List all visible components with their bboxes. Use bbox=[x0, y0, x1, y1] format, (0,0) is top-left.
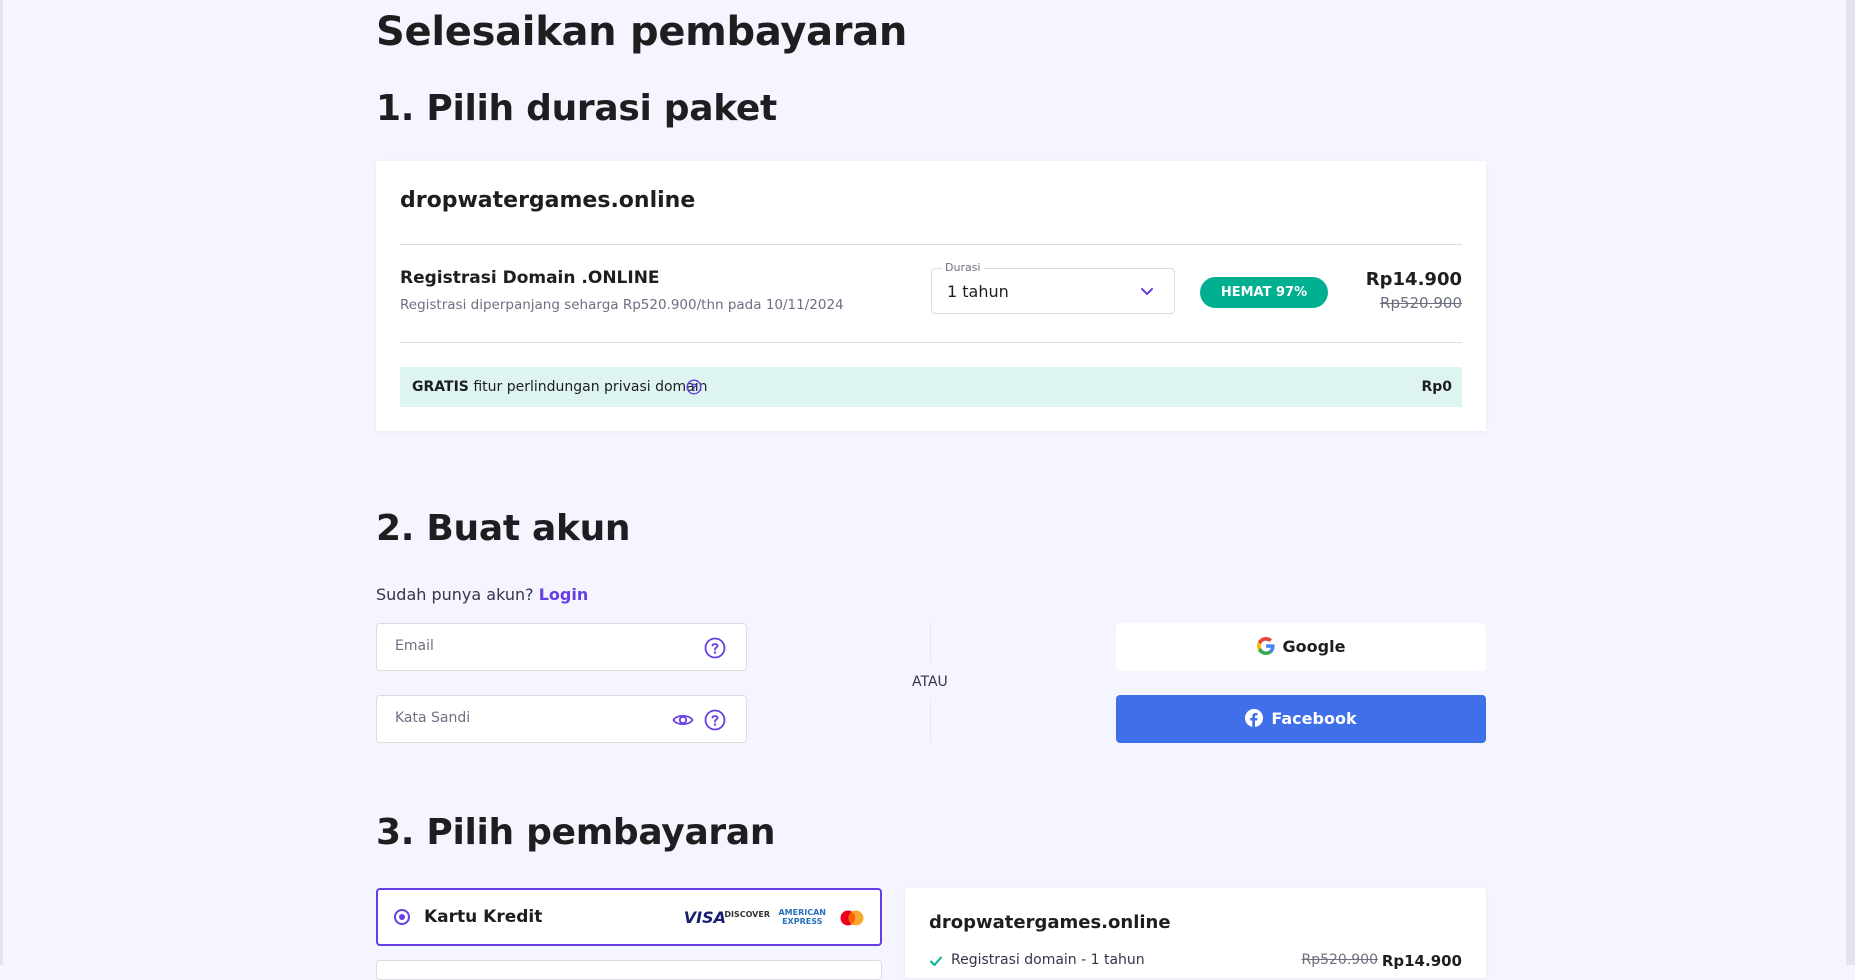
google-icon bbox=[1256, 636, 1275, 655]
google-login-button[interactable]: Google bbox=[1116, 623, 1486, 671]
amex-logo: AMERICAN EXPRESS bbox=[778, 908, 826, 926]
facebook-login-button[interactable]: Facebook bbox=[1116, 695, 1486, 743]
visa-logo: VISA bbox=[683, 908, 726, 927]
divider bbox=[400, 342, 1462, 343]
payment-option-credit-card[interactable]: Kartu Kredit VISA DISCOVER AMERICAN EXPRE… bbox=[376, 888, 882, 946]
privacy-protection-row: GRATIS fitur perlindungan privasi domain… bbox=[400, 367, 1462, 407]
section-payment-title: 3. Pilih pembayaran bbox=[376, 812, 776, 853]
separator-line bbox=[930, 700, 931, 743]
help-icon[interactable] bbox=[704, 709, 726, 731]
password-field bbox=[376, 695, 747, 743]
section-duration-title: 1. Pilih durasi paket bbox=[376, 88, 777, 129]
summary-item: Registrasi domain - 1 tahun bbox=[951, 952, 1145, 968]
item-title: Registrasi Domain .ONLINE bbox=[400, 268, 660, 288]
separator-line bbox=[930, 623, 931, 663]
privacy-price: Rp0 bbox=[1421, 379, 1452, 395]
have-account-text: Sudah punya akun? bbox=[376, 585, 534, 604]
email-input[interactable] bbox=[393, 637, 647, 655]
help-icon[interactable] bbox=[686, 379, 702, 395]
payment-option-label: Kartu Kredit bbox=[424, 907, 543, 927]
price-old: Rp520.900 bbox=[1380, 294, 1462, 312]
page-title: Selesaikan pembayaran bbox=[376, 9, 908, 55]
google-label: Google bbox=[1282, 637, 1346, 656]
domain-name: dropwatergames.online bbox=[400, 188, 696, 213]
help-icon[interactable] bbox=[704, 637, 726, 659]
domain-package-card: dropwatergames.online Registrasi Domain … bbox=[376, 161, 1486, 431]
chevron-down-icon bbox=[1141, 288, 1153, 295]
login-prompt: Sudah punya akun? Login bbox=[376, 585, 588, 604]
login-link[interactable]: Login bbox=[539, 585, 589, 604]
divider bbox=[400, 244, 1462, 245]
email-field bbox=[376, 623, 747, 671]
discount-badge: HEMAT 97% bbox=[1200, 277, 1328, 308]
or-separator: ATAU bbox=[912, 674, 948, 690]
mastercard-logo bbox=[840, 910, 864, 926]
summary-row: Registrasi domain - 1 tahun Rp520.900 Rp… bbox=[929, 952, 1462, 972]
discover-logo: DISCOVER bbox=[724, 910, 770, 919]
privacy-description: fitur perlindungan privasi domain bbox=[473, 379, 708, 395]
privacy-free-label: GRATIS bbox=[412, 379, 469, 395]
summary-new-price: Rp14.900 bbox=[1381, 952, 1462, 970]
summary-old-price: Rp520.900 bbox=[1301, 952, 1378, 968]
window-right-edge bbox=[1846, 0, 1855, 965]
facebook-icon bbox=[1245, 708, 1264, 727]
radio-selected[interactable] bbox=[394, 909, 410, 925]
duration-label: Durasi bbox=[942, 261, 984, 274]
facebook-label: Facebook bbox=[1271, 709, 1357, 728]
duration-value: 1 tahun bbox=[947, 282, 1009, 301]
check-icon bbox=[930, 956, 942, 966]
section-account-title: 2. Buat akun bbox=[376, 508, 631, 549]
password-input[interactable] bbox=[393, 709, 647, 727]
eye-icon[interactable] bbox=[672, 709, 694, 731]
privacy-text: GRATIS fitur perlindungan privasi domain bbox=[412, 379, 708, 395]
price-now: Rp14.900 bbox=[1365, 269, 1462, 290]
item-renewal-note: Registrasi diperpanjang seharga Rp520.90… bbox=[400, 297, 844, 313]
payment-option-next[interactable] bbox=[376, 960, 882, 980]
duration-select[interactable]: Durasi 1 tahun bbox=[931, 261, 1175, 314]
summary-domain: dropwatergames.online bbox=[929, 912, 1171, 933]
window-left-edge bbox=[0, 0, 3, 965]
